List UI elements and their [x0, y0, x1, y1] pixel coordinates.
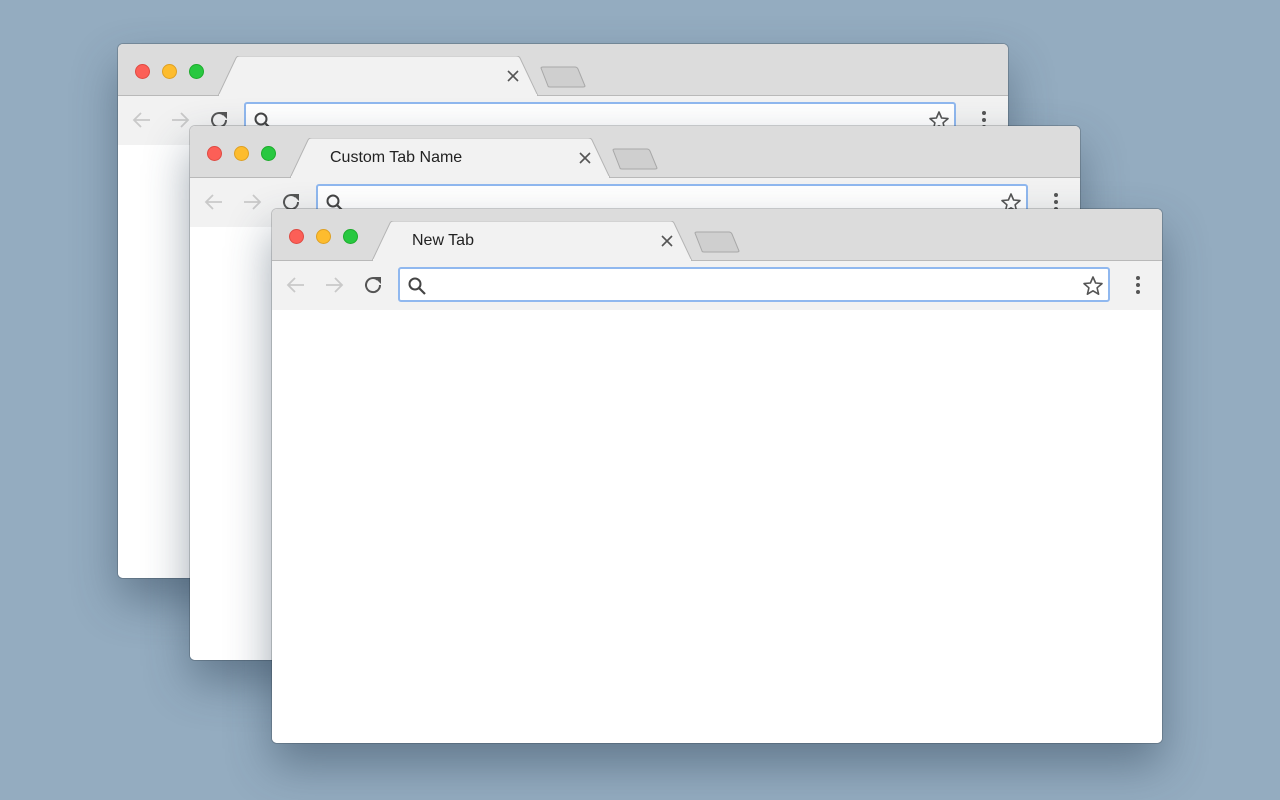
tab-active[interactable]: New Tab	[372, 221, 692, 261]
tab-title: Custom Tab Name	[330, 149, 463, 166]
omnibox[interactable]	[398, 267, 1110, 302]
page-content	[272, 310, 1162, 743]
tab-close-icon[interactable]	[660, 234, 674, 248]
tab-close-icon[interactable]	[506, 69, 520, 83]
new-tab-button[interactable]	[694, 231, 740, 253]
maximize-window-button[interactable]	[261, 146, 276, 161]
back-arrow-icon[interactable]	[202, 190, 226, 214]
back-arrow-icon[interactable]	[284, 273, 308, 297]
forward-arrow-icon[interactable]	[168, 108, 192, 132]
minimize-window-button[interactable]	[234, 146, 249, 161]
maximize-window-button[interactable]	[343, 229, 358, 244]
bookmark-star-icon[interactable]	[1082, 275, 1104, 297]
tab-title: New Tab	[412, 232, 474, 249]
tab-active[interactable]: Custom Tab Name	[290, 138, 610, 178]
minimize-window-button[interactable]	[316, 229, 331, 244]
tab-close-icon[interactable]	[578, 151, 592, 165]
new-tab-button[interactable]	[612, 148, 658, 170]
more-vertical-icon[interactable]	[1128, 273, 1148, 297]
back-arrow-icon[interactable]	[130, 108, 154, 132]
forward-arrow-icon[interactable]	[322, 273, 346, 297]
toolbar	[272, 261, 1162, 311]
tab-active[interactable]	[218, 56, 538, 96]
close-window-button[interactable]	[135, 64, 150, 79]
close-window-button[interactable]	[289, 229, 304, 244]
browser-window-front: New Tab	[272, 209, 1162, 743]
new-tab-button[interactable]	[540, 66, 586, 88]
minimize-window-button[interactable]	[162, 64, 177, 79]
close-window-button[interactable]	[207, 146, 222, 161]
title-bar: New Tab	[272, 209, 1162, 261]
address-input[interactable]	[434, 274, 1034, 296]
title-bar	[118, 44, 1008, 96]
reload-icon[interactable]	[361, 273, 385, 297]
title-bar: Custom Tab Name	[190, 126, 1080, 178]
forward-arrow-icon[interactable]	[240, 190, 264, 214]
search-icon	[407, 276, 427, 296]
maximize-window-button[interactable]	[189, 64, 204, 79]
tab-shape	[218, 56, 538, 96]
